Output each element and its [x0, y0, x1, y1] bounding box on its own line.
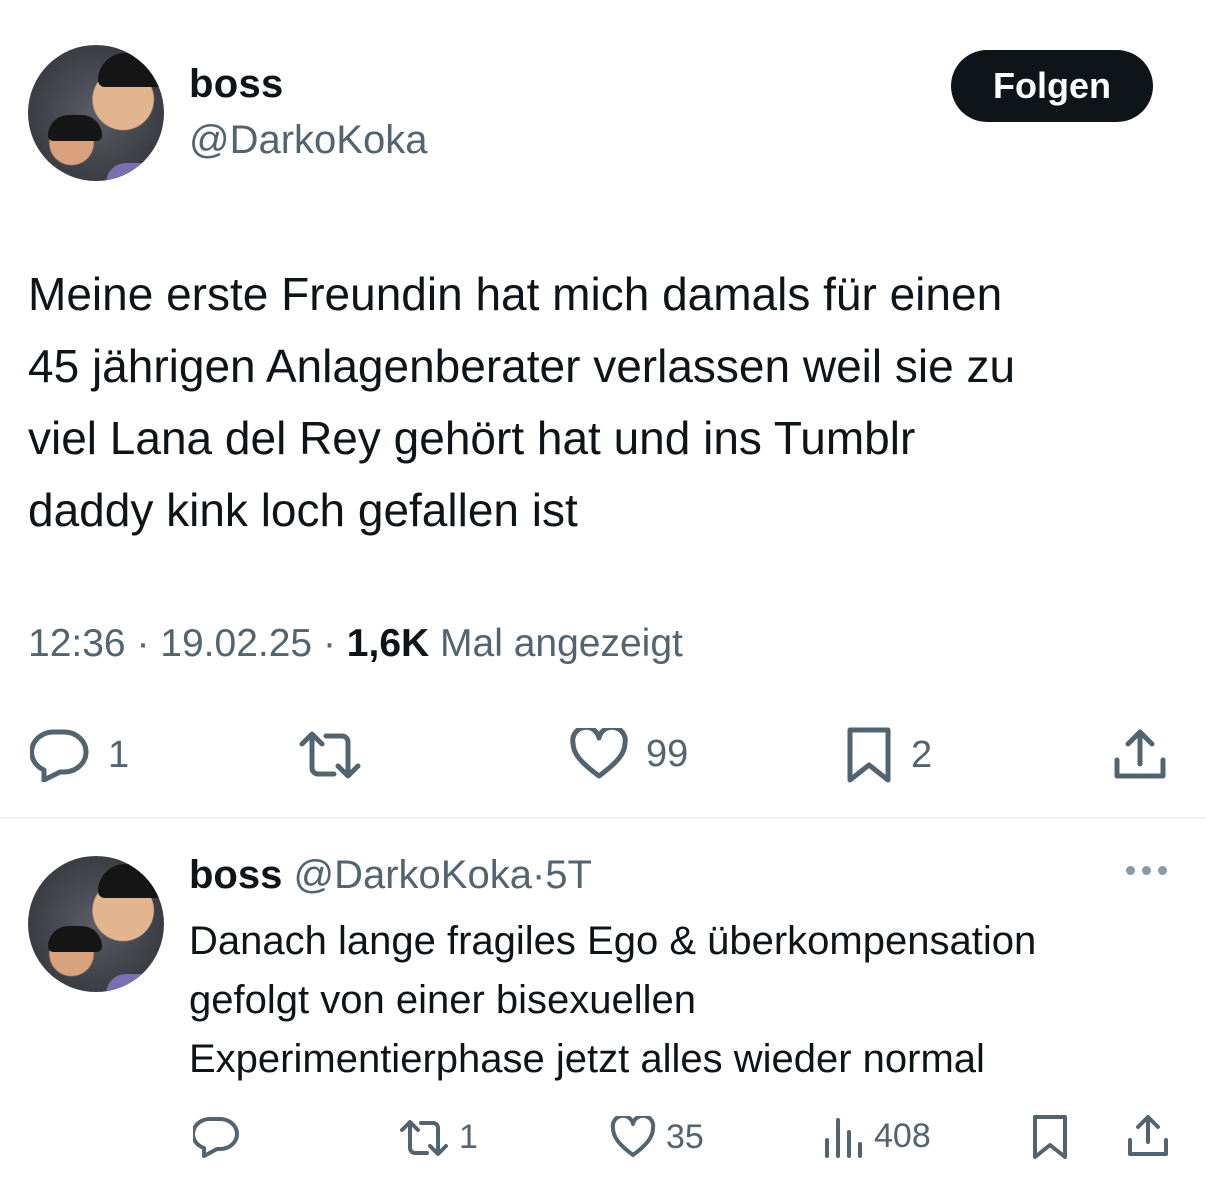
avatar[interactable]: [28, 45, 164, 181]
reply-user-handle[interactable]: @DarkoKoka: [293, 853, 531, 897]
bookmark-icon: [1033, 1115, 1067, 1159]
repost-icon: [299, 731, 361, 779]
meta-separator: ·: [322, 622, 336, 665]
bookmark-icon: [847, 727, 891, 783]
views-icon: [825, 1118, 862, 1158]
tweet-time[interactable]: 12:36: [28, 622, 126, 665]
reply-text: Danach lange fragiles Ego & überkompensa…: [189, 919, 1037, 1081]
like-icon: [570, 728, 628, 779]
share-icon: [1114, 729, 1166, 779]
reply-repost-count: 1: [459, 1118, 478, 1156]
like-button[interactable]: 99: [570, 728, 688, 780]
like-icon: [610, 1116, 656, 1157]
reply-age[interactable]: 5T: [545, 853, 592, 897]
reply-separator: ·: [531, 853, 546, 897]
reply-bookmark-button[interactable]: [1031, 1114, 1069, 1160]
display-name[interactable]: boss: [189, 62, 284, 107]
reply-header: boss @DarkoKoka·5T: [189, 853, 592, 898]
like-count: 99: [646, 732, 689, 775]
tweet-meta: 12:36 · 19.02.25 · 1,6K Mal angezeigt: [28, 622, 683, 666]
meta-separator: ·: [136, 622, 150, 665]
reply-reply-button[interactable]: [193, 1116, 249, 1158]
share-icon: [1128, 1115, 1168, 1156]
reply-repost-button[interactable]: 1: [399, 1118, 478, 1157]
reply-display-name[interactable]: boss: [189, 853, 282, 897]
views-button[interactable]: 408: [822, 1114, 931, 1158]
reply-share-button[interactable]: [1126, 1112, 1170, 1158]
bookmark-count: 2: [911, 733, 933, 776]
reply-icon: [30, 729, 89, 782]
views-label: Mal angezeigt: [440, 622, 683, 665]
repost-button[interactable]: [298, 730, 380, 780]
reply-count: 1: [108, 733, 130, 776]
repost-icon: [400, 1119, 448, 1156]
tweet-text: Meine erste Freundin hat mich damals für…: [28, 268, 1016, 536]
tweet-date[interactable]: 19.02.25: [160, 622, 312, 665]
reply-icon: [193, 1116, 239, 1158]
reply-like-button[interactable]: 35: [610, 1116, 704, 1158]
views-count-reply: 408: [874, 1116, 931, 1155]
share-button[interactable]: [1112, 726, 1168, 782]
bookmark-button[interactable]: 2: [845, 726, 932, 784]
follow-button[interactable]: Folgen: [951, 50, 1153, 122]
more-icon[interactable]: [1126, 866, 1167, 875]
user-handle[interactable]: @DarkoKoka: [189, 118, 427, 163]
reply-button[interactable]: 1: [30, 728, 129, 782]
divider: [0, 817, 1206, 819]
reply-like-count: 35: [666, 1117, 704, 1156]
views-count: 1,6K: [346, 622, 430, 665]
reply-avatar[interactable]: [28, 856, 164, 992]
